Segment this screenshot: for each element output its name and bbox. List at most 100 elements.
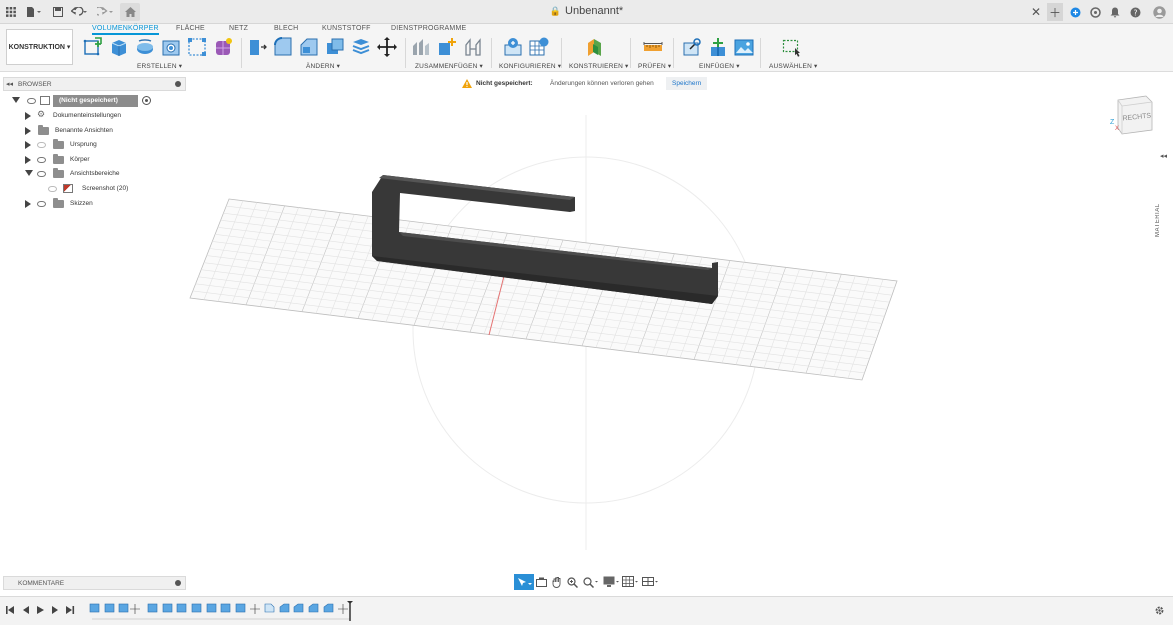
group-einfuegen[interactable]: EINFÜGEN ▾ xyxy=(699,62,740,70)
app-grid-icon[interactable] xyxy=(4,4,18,20)
fillet-icon[interactable] xyxy=(273,37,293,57)
configure-table-icon[interactable] xyxy=(529,37,549,57)
combine-icon[interactable] xyxy=(325,37,345,57)
panel-pin-icon[interactable] xyxy=(175,81,181,87)
tab-kunststoff[interactable]: KUNSTSTOFF xyxy=(322,25,371,32)
new-component-icon[interactable] xyxy=(437,37,457,57)
view-cube-axis-x: X xyxy=(1115,126,1119,132)
chamfer-icon[interactable] xyxy=(299,37,319,57)
file-menu-icon[interactable] xyxy=(24,4,44,20)
ribbon-divider xyxy=(760,38,761,68)
insert-image-icon[interactable] xyxy=(734,37,754,57)
save-link[interactable]: Speichern xyxy=(666,77,708,90)
help-icon[interactable]: ? xyxy=(1129,4,1141,20)
gear-icon[interactable] xyxy=(1154,605,1165,616)
press-pull-icon[interactable] xyxy=(247,37,267,57)
title-bar: 🔒 Unbenannt* ✕ ＋ ? xyxy=(0,0,1173,24)
tab-netz[interactable]: NETZ xyxy=(229,25,248,32)
new-tab-icon[interactable]: ＋ xyxy=(1047,3,1063,21)
job-status-icon[interactable] xyxy=(1089,4,1101,20)
zoom-icon[interactable] xyxy=(567,577,578,588)
notice-message: Änderungen können verloren gehen xyxy=(550,80,654,87)
browser-panel-header[interactable]: ◂◂ BROWSER xyxy=(3,77,186,91)
group-zusammenfuegen[interactable]: ZUSAMMENFÜGEN ▾ xyxy=(415,62,483,70)
notifications-bell-icon[interactable] xyxy=(1109,4,1121,20)
workspace-label: KONSTRUKTION xyxy=(8,43,65,51)
tab-blech[interactable]: BLECH xyxy=(274,25,298,32)
design-canvas[interactable] xyxy=(0,92,1173,570)
timeline-bar xyxy=(0,596,1173,625)
timeline-playback-controls xyxy=(6,606,75,614)
save-icon[interactable] xyxy=(51,4,65,20)
shell-icon[interactable] xyxy=(351,37,371,57)
step-back-icon[interactable] xyxy=(23,606,29,614)
redo-icon[interactable] xyxy=(96,4,116,20)
insert-mesh-icon[interactable] xyxy=(708,37,728,57)
play-icon[interactable] xyxy=(37,606,44,614)
timeline-features[interactable] xyxy=(88,601,358,621)
tab-flaeche[interactable]: FLÄCHE xyxy=(176,25,205,32)
ribbon-divider xyxy=(241,38,242,68)
extensions-icon[interactable] xyxy=(1069,4,1081,20)
material-panel-tab[interactable]: MATERIAL xyxy=(1155,195,1173,245)
measure-icon[interactable] xyxy=(643,37,663,57)
notice-title: Nicht gespeichert: xyxy=(476,80,533,87)
group-erstellen[interactable]: ERSTELLEN ▾ xyxy=(137,62,182,70)
workspace-switcher-button[interactable]: KONSTRUKTION ▾ xyxy=(6,29,73,65)
user-avatar-icon[interactable] xyxy=(1152,4,1166,20)
comments-panel-header[interactable]: KOMMENTARE xyxy=(3,576,186,590)
move-icon[interactable] xyxy=(377,37,397,57)
insert-link-icon[interactable] xyxy=(682,37,702,57)
group-auswaehlen[interactable]: AUSWÄHLEN ▾ xyxy=(769,62,817,70)
group-konstruieren[interactable]: KONSTRUIEREN ▾ xyxy=(569,62,629,70)
tab-dienstprogramme[interactable]: DIENSTPROGRAMME xyxy=(391,25,466,32)
skip-to-end-icon[interactable] xyxy=(66,606,75,614)
ground-grid xyxy=(189,198,898,381)
create-sketch-icon[interactable] xyxy=(83,37,103,57)
navigation-bar xyxy=(514,574,660,590)
create-form-icon[interactable] xyxy=(213,37,233,57)
close-tab-icon[interactable]: ✕ xyxy=(1030,4,1042,20)
select-icon[interactable] xyxy=(782,37,802,57)
ribbon-divider xyxy=(561,38,562,68)
browser-title: BROWSER xyxy=(18,81,52,88)
ribbon-divider xyxy=(673,38,674,68)
extrude-icon[interactable] xyxy=(109,37,129,57)
display-settings-icon[interactable] xyxy=(603,576,620,588)
tab-volumenkoerper[interactable]: VOLUMENKÖRPER xyxy=(92,25,159,35)
unsaved-notice: Nicht gespeichert: Änderungen können ver… xyxy=(457,77,715,91)
pan-hand-icon[interactable] xyxy=(552,576,563,588)
orbit-mode-button[interactable] xyxy=(514,574,534,590)
skip-to-start-icon[interactable] xyxy=(6,606,14,614)
ribbon-divider xyxy=(405,38,406,68)
document-title: 🔒 Unbenannt* xyxy=(549,5,624,17)
viewports-icon[interactable] xyxy=(642,576,659,588)
group-aendern[interactable]: ÄNDERN ▾ xyxy=(306,62,340,70)
fit-zoom-icon[interactable] xyxy=(583,577,599,588)
pattern-icon[interactable] xyxy=(187,37,207,57)
as-built-joint-icon[interactable] xyxy=(463,37,483,57)
chevron-down-icon: ▾ xyxy=(66,44,71,51)
step-forward-icon[interactable] xyxy=(52,606,58,614)
group-konfigurieren[interactable]: KONFIGURIEREN ▾ xyxy=(499,62,561,70)
home-icon[interactable] xyxy=(120,3,140,21)
view-cube-axis-z: Z xyxy=(1110,119,1115,126)
look-at-icon[interactable] xyxy=(536,577,547,587)
hole-icon[interactable] xyxy=(161,37,181,57)
lock-icon: 🔒 xyxy=(549,6,562,16)
revolve-icon[interactable] xyxy=(135,37,155,57)
grid-settings-icon[interactable] xyxy=(622,576,639,588)
undo-icon[interactable] xyxy=(70,4,90,20)
joint-icon[interactable] xyxy=(411,37,431,57)
collapse-panel-icon[interactable]: ◂◂ xyxy=(6,80,13,88)
construct-plane-icon[interactable] xyxy=(585,37,605,57)
ribbon-divider xyxy=(491,38,492,68)
ribbon-divider xyxy=(630,38,631,68)
view-cube[interactable]: RECHTS Z X xyxy=(1108,90,1158,138)
collapse-right-panel-icon[interactable]: ◂◂ xyxy=(1160,152,1167,160)
configure-icon[interactable] xyxy=(503,37,523,57)
group-pruefen[interactable]: PRÜFEN ▾ xyxy=(638,62,671,70)
svg-text:?: ? xyxy=(1133,8,1137,17)
warning-icon xyxy=(462,79,472,88)
panel-pin-icon[interactable] xyxy=(175,580,181,586)
